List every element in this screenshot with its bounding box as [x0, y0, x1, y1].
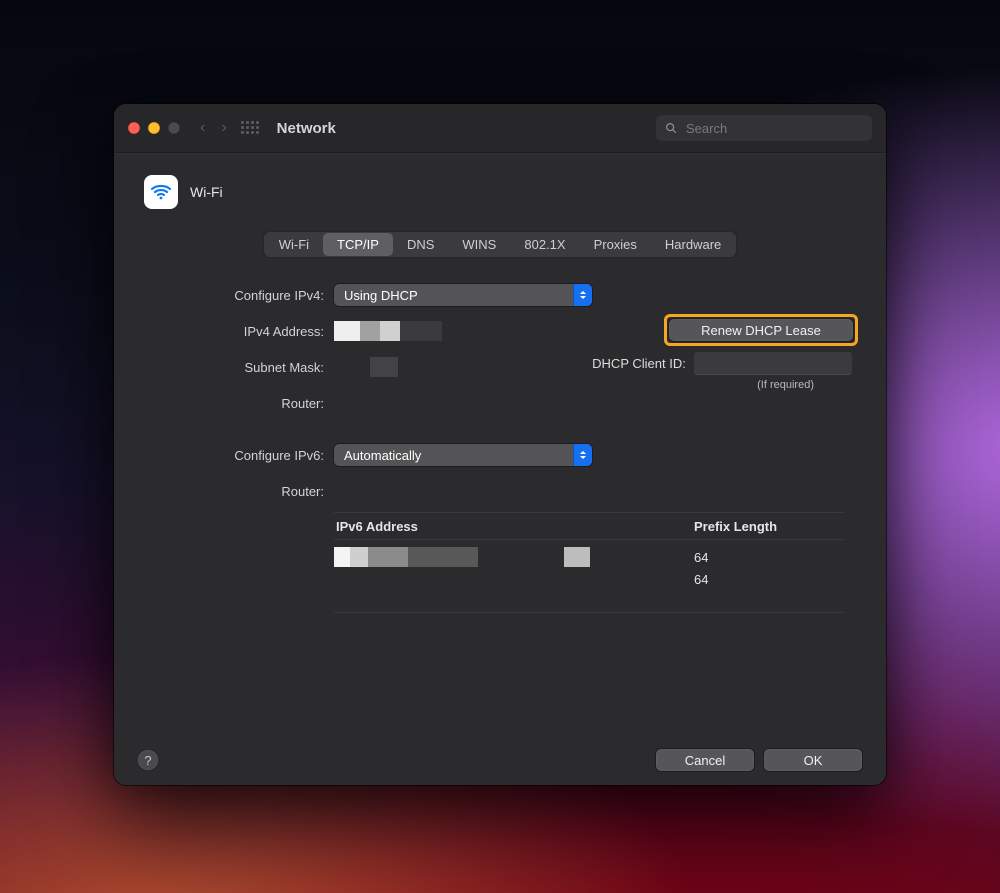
- configure-ipv4-label: Configure IPv4:: [144, 288, 334, 303]
- ipv6-address-value-redacted: [334, 547, 590, 567]
- cancel-button[interactable]: Cancel: [656, 749, 754, 771]
- prefix-length-value: 64: [694, 550, 844, 565]
- network-preferences-window: ‹ › Network: [114, 104, 886, 785]
- service-name: Wi-Fi: [190, 184, 223, 200]
- configure-ipv6-label: Configure IPv6:: [144, 448, 334, 463]
- table-row: 64: [334, 568, 844, 590]
- tab-proxies[interactable]: Proxies: [580, 233, 651, 256]
- router-v4-label: Router:: [144, 396, 334, 411]
- search-icon: [664, 121, 678, 135]
- tab-tcpip[interactable]: TCP/IP: [323, 233, 393, 256]
- tab-wins[interactable]: WINS: [448, 233, 510, 256]
- prefix-length-value: 64: [694, 572, 844, 587]
- chevron-updown-icon: [573, 284, 592, 306]
- table-row: 64: [334, 546, 844, 568]
- minimize-button[interactable]: [148, 122, 160, 134]
- wifi-icon: [144, 175, 178, 209]
- router-v6-label: Router:: [144, 484, 334, 499]
- tabs-bar: Wi-Fi TCP/IP DNS WINS 802.1X Proxies Har…: [263, 231, 738, 258]
- tab-dns[interactable]: DNS: [393, 233, 448, 256]
- zoom-button-disabled: [168, 122, 180, 134]
- configure-ipv6-value: Automatically: [344, 448, 421, 463]
- show-all-icon[interactable]: [241, 121, 259, 135]
- tab-hardware[interactable]: Hardware: [651, 233, 735, 256]
- nav-arrows: ‹ ›: [200, 119, 227, 137]
- ipv4-address-label: IPv4 Address:: [144, 324, 334, 339]
- content-pane: Wi-Fi Wi-Fi TCP/IP DNS WINS 802.1X Proxi…: [114, 153, 886, 785]
- search-field[interactable]: [656, 115, 872, 141]
- configure-ipv6-popup[interactable]: Automatically: [334, 444, 592, 466]
- ipv4-address-value-redacted: [334, 321, 442, 341]
- dhcp-client-id-label: DHCP Client ID:: [592, 356, 686, 371]
- renew-dhcp-button[interactable]: Renew DHCP Lease: [669, 319, 853, 341]
- tab-wifi[interactable]: Wi-Fi: [265, 233, 323, 256]
- dhcp-client-id-input[interactable]: [694, 352, 852, 375]
- ipv6-address-header: IPv6 Address: [334, 519, 694, 534]
- tab-8021x[interactable]: 802.1X: [510, 233, 579, 256]
- renew-dhcp-highlight: Renew DHCP Lease: [664, 314, 858, 346]
- traffic-lights: [128, 122, 180, 134]
- search-input[interactable]: [684, 120, 864, 137]
- dhcp-client-id-group: DHCP Client ID: (If required): [582, 352, 862, 391]
- window-titlebar: ‹ › Network: [114, 104, 886, 153]
- subnet-mask-value-redacted: [370, 357, 398, 377]
- ipv6-table: IPv6 Address Prefix Length: [334, 512, 844, 613]
- service-header: Wi-Fi: [144, 175, 862, 209]
- sheet-footer: ? Cancel OK: [138, 749, 862, 771]
- forward-button[interactable]: ›: [221, 119, 226, 137]
- chevron-updown-icon: [573, 444, 592, 466]
- help-button[interactable]: ?: [138, 750, 158, 770]
- back-button[interactable]: ‹: [200, 119, 205, 137]
- tcpip-form: Renew DHCP Lease DHCP Client ID: (If req…: [144, 280, 862, 613]
- close-button[interactable]: [128, 122, 140, 134]
- window-title: Network: [277, 120, 336, 137]
- prefix-length-header: Prefix Length: [694, 519, 844, 534]
- ok-button[interactable]: OK: [764, 749, 862, 771]
- dhcp-client-id-hint: (If required): [757, 379, 814, 391]
- configure-ipv4-value: Using DHCP: [344, 288, 418, 303]
- subnet-mask-label: Subnet Mask:: [144, 360, 334, 375]
- configure-ipv4-popup[interactable]: Using DHCP: [334, 284, 592, 306]
